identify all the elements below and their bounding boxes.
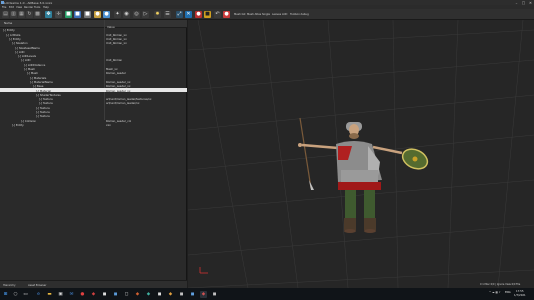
open-icon[interactable]: ▥ xyxy=(10,11,17,18)
grid-icon[interactable]: ▩ xyxy=(34,11,41,18)
origin-axis-marker xyxy=(199,267,208,274)
app-gray2-icon[interactable]: ◼ xyxy=(178,291,185,298)
column-name-header[interactable]: Name xyxy=(4,21,12,25)
undo-icon[interactable]: ↶ xyxy=(214,11,221,18)
record-icon[interactable]: ● xyxy=(195,11,202,18)
3d-viewport[interactable] xyxy=(188,20,534,288)
tab-hierarchy[interactable]: Hierarchy xyxy=(3,284,16,287)
hierarchy-tree: [-] Entity [-] ArtData Unit_Roman_xx [-] En… xyxy=(0,28,187,127)
camera-icon[interactable]: ◎ xyxy=(133,11,140,18)
app-white-icon[interactable]: ◼ xyxy=(101,291,108,298)
tray-time[interactable]: 17:55 xyxy=(516,290,523,293)
tree-row[interactable]: [-] Entity xxx xyxy=(0,123,187,127)
viewport-scene xyxy=(188,20,534,288)
mail-icon[interactable]: ✉ xyxy=(68,291,75,298)
stop-icon[interactable]: ● xyxy=(223,11,230,18)
eye-icon[interactable]: ◉ xyxy=(123,11,130,18)
save-icon[interactable]: ▦ xyxy=(18,11,25,18)
roman-leader-model[interactable] xyxy=(298,117,431,233)
tray-language[interactable]: ENG xyxy=(505,291,511,294)
select-icon[interactable]: ✥ xyxy=(45,11,52,18)
toolbar-mesh-atlas[interactable]: Mesh Atlas xyxy=(247,13,261,16)
bulb-icon[interactable]: ✹ xyxy=(154,11,161,18)
toolbar-mesh-list[interactable]: Mesh list xyxy=(234,13,245,16)
reload-icon[interactable]: ↻ xyxy=(26,11,33,18)
new-icon[interactable]: ▤ xyxy=(2,11,9,18)
app-yellow-icon[interactable]: ◆ xyxy=(167,291,174,298)
tree-row-value: xxx xyxy=(106,122,111,127)
axis-icon[interactable]: ✕ xyxy=(185,11,192,18)
app-blue2-icon[interactable]: ◼ xyxy=(189,291,196,298)
tray-icons[interactable]: ^ ☁ ▦ ♪ xyxy=(489,291,500,294)
app-orange-icon[interactable]: ◆ xyxy=(134,291,141,298)
taskbar: ⊞ ○ ▭ e ▬ ▣ ✉ ● ◆ ◼ ◼ ◻ ◆ ◆ ◼ ◆ ◼ ◼ ◆ ◼ … xyxy=(0,288,534,300)
material-icon[interactable]: ■ xyxy=(65,11,72,18)
animation-icon[interactable]: ▷ xyxy=(142,11,149,18)
wireframe-icon[interactable]: ■ xyxy=(84,11,91,18)
toolbar-single[interactable]: Single xyxy=(262,13,270,16)
tab-asset-browser[interactable]: Asset Browser xyxy=(28,284,46,287)
bone-icon[interactable]: ✦ xyxy=(114,11,121,18)
start-icon[interactable]: ⊞ xyxy=(2,291,9,298)
app-end-icon[interactable]: ◼ xyxy=(211,291,218,298)
viewport-stats: 0 1 Misc 0/0 | Ignore View 0/0 File xyxy=(480,283,521,286)
toolbar-toolbox-debug[interactable]: Toolbox debug xyxy=(290,13,309,16)
skeleton-icon[interactable]: ☰ xyxy=(164,11,171,18)
store-icon[interactable]: ▣ xyxy=(57,291,64,298)
transform-icon[interactable]: ⤢ xyxy=(176,11,183,18)
search-icon[interactable]: ○ xyxy=(12,291,19,298)
hierarchy-panel: Name Value [-] Entity [-] ArtData Unit_Rom… xyxy=(0,20,187,288)
hierarchy-header: Name Value xyxy=(0,20,187,29)
toolbar: ▤ ▥ ▦ ↻ ▩ ✥ ✛ ■ ■ ■ ● ● ✦ ◉ ◎ ▷ ✹ ☰ ⤢ ✕ … xyxy=(0,9,534,20)
sphere-icon[interactable]: ● xyxy=(103,11,110,18)
maximize-button[interactable]: □ xyxy=(521,1,526,5)
close-button[interactable]: ✕ xyxy=(528,1,533,5)
app-teal-icon[interactable]: ◆ xyxy=(145,291,152,298)
app-grey-icon[interactable]: ◻ xyxy=(123,291,130,298)
app-red-icon[interactable]: ● xyxy=(79,291,86,298)
file-explorer-icon[interactable]: ▬ xyxy=(46,291,53,298)
light-icon[interactable]: ● xyxy=(94,11,101,18)
toolbar-lod[interactable]: LOD xyxy=(282,13,287,16)
texture-icon[interactable]: ■ xyxy=(74,11,81,18)
minimize-button[interactable]: – xyxy=(514,1,519,5)
snap-icon[interactable]: ■ xyxy=(204,11,211,18)
panel-footer: Hierarchy Asset Browser xyxy=(0,280,187,288)
edge-icon[interactable]: e xyxy=(35,291,42,298)
tray-date[interactable]: 1/7/2021 xyxy=(514,294,526,297)
move-icon[interactable]: ✛ xyxy=(55,11,62,18)
app-blue-icon[interactable]: ◼ xyxy=(112,291,119,298)
app-misc-icon[interactable]: ◼ xyxy=(156,291,163,298)
active-app-icon[interactable]: ◆ xyxy=(200,290,207,298)
task-view-icon[interactable]: ▭ xyxy=(22,291,29,298)
toolbar-leaves[interactable]: Leaves xyxy=(272,13,281,16)
window-title: LotrGame 1.0 - AllBase 3.0.xxxx xyxy=(4,0,53,5)
app-red2-icon[interactable]: ◆ xyxy=(90,291,97,298)
tree-row-name: [-] Entity xyxy=(12,122,24,127)
